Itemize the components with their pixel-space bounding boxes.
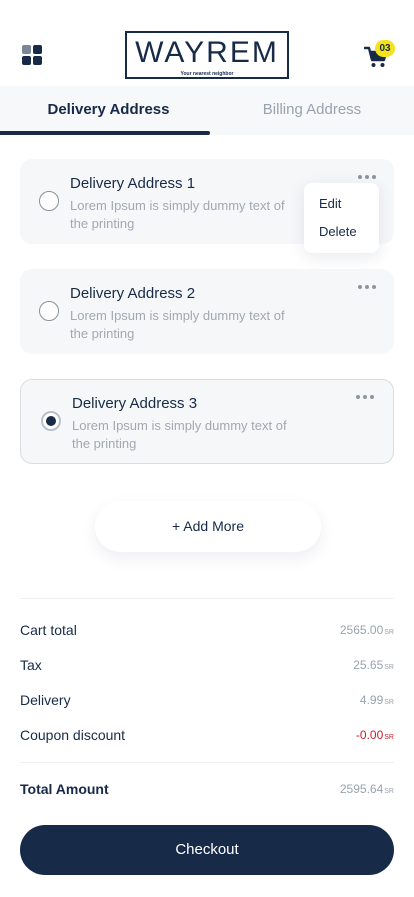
tax-label: Tax <box>20 657 42 673</box>
tab-delivery-address[interactable]: Delivery Address <box>0 86 217 135</box>
delivery-label: Delivery <box>20 692 71 708</box>
address-description: Lorem Ipsum is simply dummy text of the … <box>70 308 285 341</box>
address-card-2[interactable]: Delivery Address 2 Lorem Ipsum is simply… <box>20 269 394 354</box>
total-amount-value: 2595.64SR <box>339 782 394 796</box>
checkout-button[interactable]: Checkout <box>20 825 394 875</box>
logo-tagline: Your nearest neighbor <box>180 71 234 77</box>
menu-edit[interactable]: Edit <box>319 196 341 211</box>
more-options-icon[interactable] <box>356 393 376 401</box>
divider <box>20 762 394 763</box>
address-radio-2[interactable] <box>39 301 59 321</box>
logo-text: WAYREM <box>135 36 279 69</box>
address-radio-3[interactable] <box>41 411 61 431</box>
more-options-icon[interactable] <box>358 173 378 181</box>
grid-menu-icon[interactable] <box>22 45 42 65</box>
coupon-value: -0.00SR <box>355 728 394 742</box>
summary-row-total: Total Amount 2595.64SR <box>20 781 394 801</box>
summary-row-cart-total: Cart total 2565.00SR <box>20 622 394 642</box>
cart-count-badge: 03 <box>375 40 395 57</box>
address-radio-1[interactable] <box>39 191 59 211</box>
address-description: Lorem Ipsum is simply dummy text of the … <box>72 418 287 451</box>
add-more-button[interactable]: + Add More <box>95 501 321 552</box>
menu-delete[interactable]: Delete <box>319 224 357 239</box>
brand-logo: WAYREM Your nearest neighbor <box>125 31 289 79</box>
address-tabs: Delivery Address Billing Address <box>0 86 414 135</box>
app-header: WAYREM Your nearest neighbor 03 <box>0 0 414 86</box>
address-title: Delivery Address 2 <box>70 285 196 302</box>
cart-total-label: Cart total <box>20 622 77 638</box>
address-description: Lorem Ipsum is simply dummy text of the … <box>70 198 285 231</box>
address-title: Delivery Address 3 <box>72 395 198 412</box>
address-options-menu: Edit Delete <box>304 183 379 253</box>
total-amount-label: Total Amount <box>20 781 109 797</box>
cart-total-value: 2565.00SR <box>339 623 394 637</box>
delivery-value: 4.99SR <box>359 693 394 707</box>
address-card-3[interactable]: Delivery Address 3 Lorem Ipsum is simply… <box>20 379 394 464</box>
summary-row-delivery: Delivery 4.99SR <box>20 692 394 712</box>
tab-billing-address[interactable]: Billing Address <box>207 86 414 135</box>
address-title: Delivery Address 1 <box>70 175 196 192</box>
active-tab-indicator <box>0 131 210 135</box>
coupon-label: Coupon discount <box>20 727 126 743</box>
more-options-icon[interactable] <box>358 283 378 291</box>
tax-value: 25.65SR <box>353 658 394 672</box>
summary-row-tax: Tax 25.65SR <box>20 657 394 677</box>
summary-row-coupon: Coupon discount -0.00SR <box>20 727 394 747</box>
divider <box>20 598 394 599</box>
